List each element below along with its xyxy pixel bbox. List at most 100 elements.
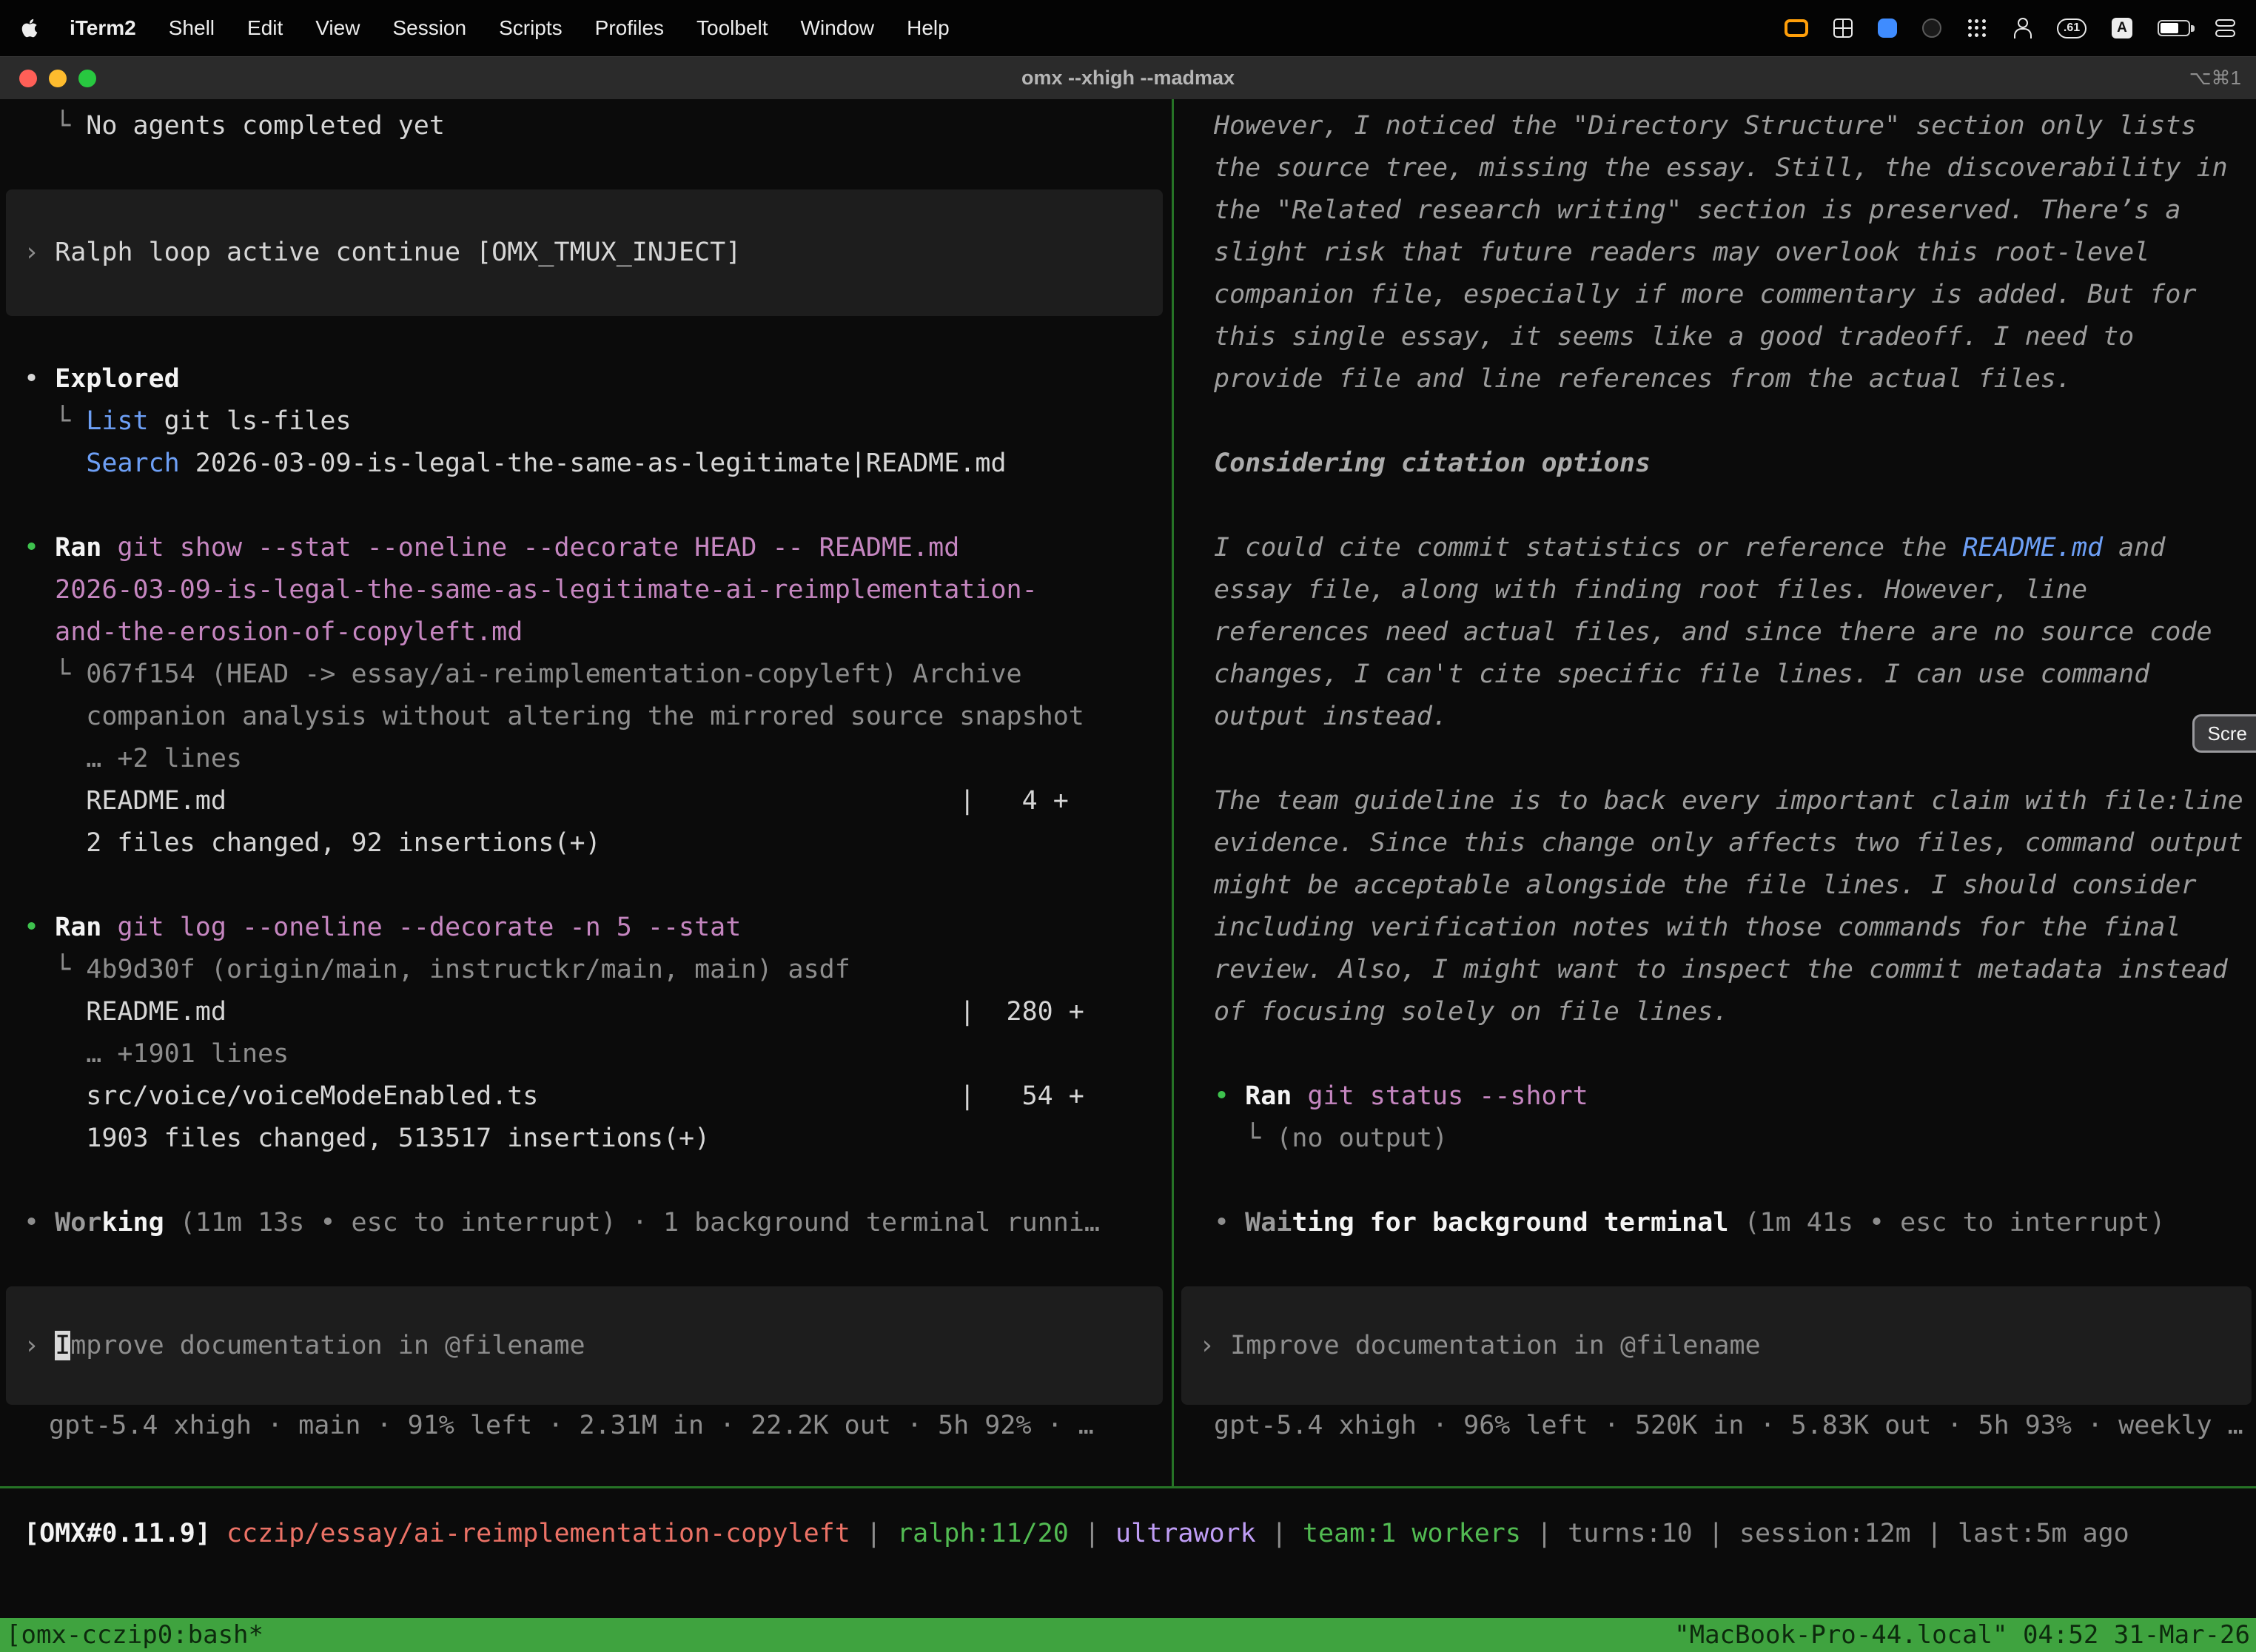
terminal-line: • Ran git log --oneline --decorate -n 5 …: [24, 907, 1169, 949]
text-segment: src/voice/voiceModeEnabled.ts | 54 +: [24, 1081, 1084, 1111]
text-segment: and: [2103, 533, 2165, 563]
text-segment: gpt-5.4 xhigh · 96% left · 520K in · 5.8…: [1214, 1411, 2243, 1440]
terminal-line: • Ran git show --stat --oneline --decora…: [24, 527, 1169, 569]
menu-item-session[interactable]: Session: [392, 16, 466, 40]
menu-item-scripts[interactable]: Scripts: [499, 16, 563, 40]
text-segment: git status --short: [1307, 1081, 1588, 1111]
text-segment: slight risk that future readers may over…: [1214, 238, 2149, 267]
blue-app-icon[interactable]: [1878, 19, 1897, 38]
text-segment: ralph:11/20: [897, 1519, 1069, 1548]
terminal-line: slight risk that future readers may over…: [1214, 232, 2255, 274]
text-segment: 2026-03-09-is-legal-the-same-as-legitima…: [24, 575, 1038, 605]
text-segment: •: [24, 364, 55, 394]
battery-icon[interactable]: [2158, 20, 2190, 36]
dark-app-icon[interactable]: [1922, 19, 1941, 38]
ralph-loop-banner: › Ralph loop active continue [OMX_TMUX_I…: [6, 189, 1163, 316]
menu-item-profiles[interactable]: Profiles: [595, 16, 664, 40]
screen-recording-indicator-icon[interactable]: [1785, 19, 1808, 37]
tmux-window-list[interactable]: [omx-cczip0:bash*: [6, 1618, 263, 1652]
terminal-line: Search 2026-03-09-is-legal-the-same-as-l…: [24, 443, 1169, 485]
input-source-icon[interactable]: A: [2112, 18, 2132, 38]
omx-session-summary: [OMX#0.11.9] cczip/essay/ai-reimplementa…: [24, 1513, 2256, 1555]
menu-item-shell[interactable]: Shell: [169, 16, 215, 40]
load-gauge-icon[interactable]: .61: [2057, 19, 2087, 38]
terminal-line: I could cite commit statistics or refere…: [1214, 527, 2255, 569]
text-segment: gpt-5.4 xhigh · main · 91% left · 2.31M …: [49, 1411, 1094, 1440]
text-segment: 2 files changed, 92 insertions(+): [24, 828, 601, 858]
terminal-blank: [24, 485, 1169, 527]
text-segment: List: [86, 406, 148, 436]
person-icon[interactable]: [2012, 18, 2032, 38]
terminal-line: └ List git ls-files: [24, 400, 1169, 443]
terminal-line: references need actual files, and since …: [1214, 611, 2255, 654]
text-segment: |: [1256, 1519, 1303, 1548]
minimize-button[interactable]: [49, 70, 67, 87]
terminal-line: └ 067f154 (HEAD -> essay/ai-reimplementa…: [24, 654, 1169, 696]
terminal-line: review. Also, I might want to inspect th…: [1214, 949, 2255, 991]
agent-pane-right: However, I noticed the "Directory Struct…: [1174, 99, 2256, 1486]
text-segment: └: [24, 955, 86, 984]
text-segment: However, I noticed the "Directory Struct…: [1214, 111, 2197, 141]
text-segment: └: [24, 659, 86, 689]
text-segment: references need actual files, and since …: [1214, 617, 2212, 647]
text-segment: provide file and line references from th…: [1214, 364, 2072, 394]
text-segment: king: [101, 1208, 164, 1238]
terminal-blank: [1214, 1244, 2255, 1286]
terminal-line: 1903 files changed, 513517 insertions(+): [24, 1118, 1169, 1160]
text-segment: README.md | 4 +: [24, 786, 1069, 816]
terminal-line: src/voice/voiceModeEnabled.ts | 54 +: [24, 1075, 1169, 1118]
terminal-blank: [1214, 485, 2255, 527]
text-segment: the source tree, missing the essay. Stil…: [1214, 153, 2228, 183]
text-segment: Search: [86, 449, 179, 478]
terminal-line: └ No agents completed yet: [24, 105, 1169, 147]
menu-item-edit[interactable]: Edit: [247, 16, 283, 40]
prompt-input-left[interactable]: › Improve documentation in @filename: [6, 1286, 1163, 1405]
terminal-line: However, I noticed the "Directory Struct…: [1214, 105, 2255, 147]
text-segment: •: [24, 1208, 55, 1238]
terminal-blank: [1214, 1160, 2255, 1202]
text-segment: README.md | 280 +: [24, 997, 1084, 1027]
window-title-bar: omx --xhigh --madmax ⌥⌘1: [0, 56, 2256, 99]
zoom-button[interactable]: [78, 70, 96, 87]
text-segment: Ralph loop active continue [OMX_TMUX_INJ…: [55, 238, 741, 267]
terminal-blank: [24, 1244, 1169, 1286]
text-segment: git show --stat --oneline --decorate HEA…: [117, 533, 959, 563]
menu-item-window[interactable]: Window: [801, 16, 875, 40]
terminal-line: README.md | 280 +: [24, 991, 1169, 1033]
text-segment: review. Also, I might want to inspect th…: [1214, 955, 2228, 984]
close-button[interactable]: [19, 70, 37, 87]
text-segment: The team guideline is to back every impo…: [1214, 786, 2243, 816]
terminal-blank: [1214, 738, 2255, 780]
text-segment: (11m 13s • esc to interrupt) · 1 backgro…: [164, 1208, 1100, 1238]
text-segment: 067f154 (HEAD -> essay/ai-reimplementati…: [86, 659, 1021, 689]
window-grid-icon[interactable]: [1833, 19, 1853, 38]
text-segment: (no output): [1276, 1124, 1448, 1153]
text-segment: ›: [1199, 1331, 1230, 1360]
prompt-input-right[interactable]: › Improve documentation in @filename: [1181, 1286, 2252, 1405]
menu-item-help[interactable]: Help: [907, 16, 950, 40]
battery-fill: [2161, 23, 2178, 33]
terminal-line: • Explored: [24, 358, 1169, 400]
text-segment: |: [1911, 1519, 1958, 1548]
apple-menu-icon[interactable]: [21, 18, 38, 38]
menu-item-view[interactable]: View: [315, 16, 360, 40]
text-segment: ultrawork: [1115, 1519, 1256, 1548]
text-segment: ›: [24, 238, 55, 267]
text-segment: team:1 workers: [1303, 1519, 1521, 1548]
text-segment: session:12m: [1739, 1519, 1911, 1548]
terminal-blank: [24, 316, 1169, 358]
status-divider: [0, 1486, 2256, 1488]
terminal-line: essay file, along with finding root file…: [1214, 569, 2255, 611]
text-segment: |: [1693, 1519, 1739, 1548]
app-launcher-dots-icon[interactable]: [1967, 18, 1987, 38]
menu-item-toolbelt[interactable]: Toolbelt: [696, 16, 768, 40]
screen-share-chip[interactable]: Scre: [2192, 714, 2256, 753]
text-segment: this single essay, it seems like a good …: [1214, 322, 2134, 352]
text-segment: README.md: [1962, 533, 2103, 563]
control-center-icon[interactable]: [2215, 19, 2235, 37]
terminal-blank: [1214, 1033, 2255, 1075]
text-segment: Considering citation options: [1214, 449, 1651, 478]
terminal-blank: [1214, 400, 2255, 443]
session-status-left: gpt-5.4 xhigh · main · 91% left · 2.31M …: [24, 1405, 1169, 1447]
menu-item-iterm2[interactable]: iTerm2: [70, 16, 136, 40]
